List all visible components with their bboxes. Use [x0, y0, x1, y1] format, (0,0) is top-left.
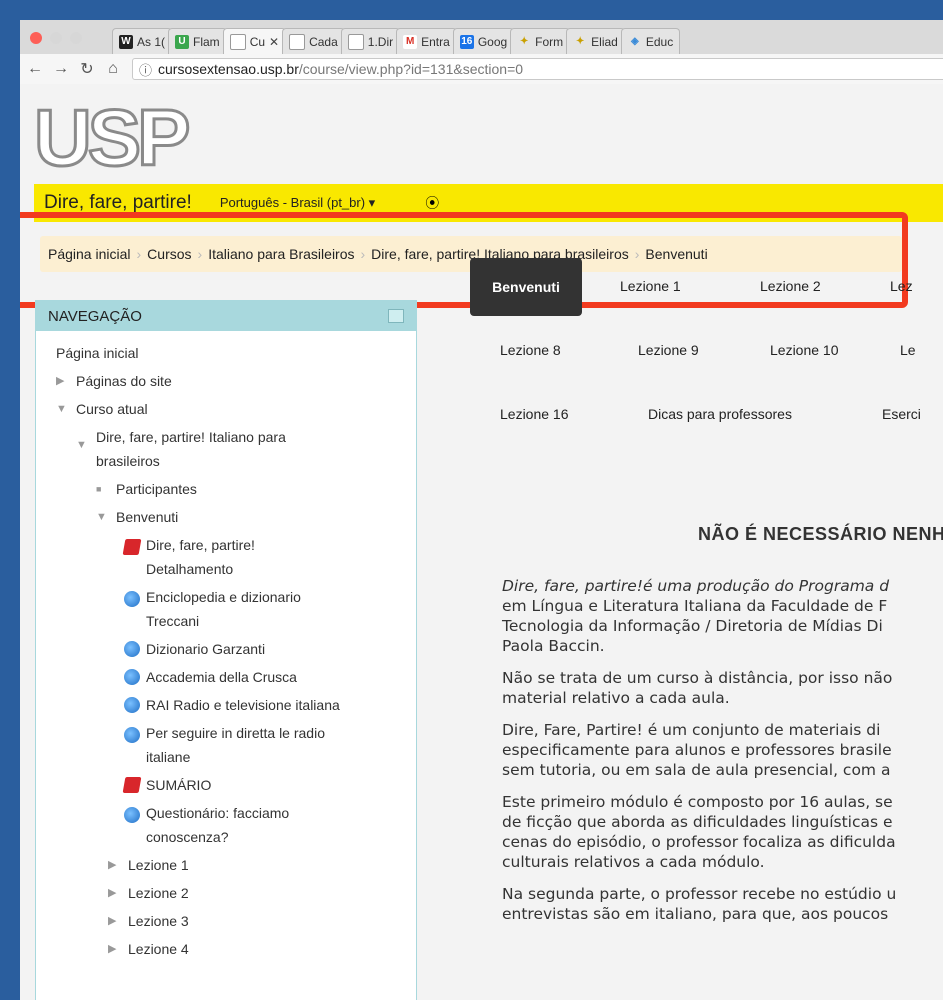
browser-tab[interactable]: ✦ Eliad: [566, 28, 625, 54]
paragraph: Dire, Fare, Partire! é um conjunto de ma…: [502, 721, 892, 779]
paragraph: Este primeiro módulo é composto por 16 a…: [502, 793, 896, 871]
tab-lezione-9[interactable]: Lezione 9: [638, 342, 699, 358]
browser-tab-active[interactable]: Cu ✕: [222, 28, 287, 54]
collapse-block-icon[interactable]: [388, 309, 404, 323]
nav-item-lesson[interactable]: ▶ Lezione 2: [56, 879, 416, 907]
expand-arrow-icon: ▶: [108, 915, 117, 927]
browser-tab[interactable]: M Entra: [396, 28, 457, 54]
nav-item-home[interactable]: Página inicial: [56, 339, 416, 367]
globe-icon: [124, 641, 140, 657]
expand-arrow-icon: ▶: [108, 859, 117, 871]
nav-resource-item[interactable]: Enciclopedia e dizionario Treccani: [56, 583, 416, 635]
document-icon: [347, 33, 364, 50]
close-window-button[interactable]: [30, 32, 42, 44]
collapse-arrow-icon: ▼: [56, 403, 67, 415]
url-path: /course/view.php?id=131&section=0: [298, 61, 524, 77]
paragraph: Não se trata de um curso à distância, po…: [502, 669, 893, 707]
nav-resource-item[interactable]: Per seguire in diretta le radio italiane: [56, 719, 416, 771]
minimize-window-button[interactable]: [50, 32, 62, 44]
bullet-icon: ■: [96, 484, 102, 494]
nav-resource-item[interactable]: RAI Radio e televisione italiana: [56, 691, 416, 719]
tab-lezione[interactable]: Lez: [890, 278, 913, 294]
star-icon: ✦: [519, 35, 529, 47]
navigation-block: NAVEGAÇÃO Página inicial ▶ Páginas do sit…: [35, 300, 417, 1000]
globe-icon: [124, 669, 140, 685]
browser-tabs: W As 1( U Flam Cu ✕ Cada 1.Dir M Entra 16 Goo…: [112, 28, 681, 54]
nav-resource-item[interactable]: Questionário: facciamo conoscenza?: [56, 799, 416, 851]
usp-logo[interactable]: USP: [33, 92, 192, 183]
navigation-title: NAVEGAÇÃO: [48, 307, 142, 325]
language-select[interactable]: Português - Brasil (pt_br) ▾: [220, 195, 375, 211]
browser-toolbar: ← → ↻ ⌂ ⓘ cursosextensao.usp.br/course/v…: [20, 54, 943, 85]
nav-item-participants[interactable]: ■ Participantes: [56, 475, 416, 503]
url-host: cursosextensao.usp.br: [158, 61, 299, 77]
nav-resource-item[interactable]: Dizionario Garzanti: [56, 635, 416, 663]
forward-arrow-icon[interactable]: →: [50, 60, 72, 78]
site-name-link[interactable]: Dire, fare, partire!: [44, 192, 192, 214]
pdf-icon: [122, 539, 142, 555]
section-content: Dire, fare, partire!é uma produção do Pr…: [502, 576, 943, 936]
browser-tab[interactable]: 16 Goog: [452, 28, 515, 54]
info-icon: ⓘ: [139, 62, 153, 78]
document-icon: [289, 33, 306, 50]
tab-esercizi[interactable]: Eserci: [882, 406, 921, 422]
back-arrow-icon[interactable]: ←: [24, 60, 46, 78]
browser-tab[interactable]: Cada: [282, 28, 345, 54]
browser-tab[interactable]: U Flam: [168, 28, 227, 54]
tab-strip: W As 1( U Flam Cu ✕ Cada 1.Dir M Entra 16 Goo…: [20, 20, 943, 54]
tab-lezione-1[interactable]: Lezione 1: [620, 278, 681, 294]
nav-item-current-course[interactable]: ▼ Curso atual: [56, 395, 416, 423]
tab-lezione-10[interactable]: Lezione 10: [770, 342, 839, 358]
nav-item-lesson[interactable]: ▶ Lezione 1: [56, 851, 416, 879]
cube-icon: ◈: [631, 35, 639, 47]
navigation-header: NAVEGAÇÃO: [36, 301, 416, 331]
globe-icon: [124, 727, 140, 743]
u-icon: U: [175, 34, 190, 49]
paragraph: Na segunda parte, o professor recebe no …: [502, 885, 897, 923]
browser-tab[interactable]: ◈ Educ: [620, 28, 681, 54]
gmail-icon: M: [403, 34, 418, 49]
collapse-arrow-icon: ▼: [76, 439, 87, 451]
nav-item-benvenuti[interactable]: ▼ Benvenuti: [56, 503, 416, 531]
browser-tab[interactable]: 1.Dir: [340, 28, 401, 54]
expand-arrow-icon: ▶: [108, 887, 117, 899]
home-icon[interactable]: ⌂: [102, 60, 124, 78]
nav-item-lesson[interactable]: ▶ Lezione 4: [56, 935, 416, 963]
tab-lezione-16[interactable]: Lezione 16: [500, 406, 569, 422]
expand-arrow-icon: ▶: [108, 943, 117, 955]
pdf-icon: [122, 777, 142, 793]
reload-icon[interactable]: ↻: [76, 59, 98, 79]
browser-tab[interactable]: W As 1(: [112, 28, 173, 54]
tab-lezione[interactable]: Le: [900, 342, 916, 358]
navigation-tree: Página inicial ▶ Páginas do site ▼ Curso a…: [36, 331, 416, 963]
nav-item-site-pages[interactable]: ▶ Páginas do site: [56, 367, 416, 395]
close-tab-icon[interactable]: ✕: [269, 35, 279, 49]
star-icon: ✦: [575, 35, 585, 47]
nav-resource-item[interactable]: SUMÁRIO: [56, 771, 416, 799]
browser-window: W As 1( U Flam Cu ✕ Cada 1.Dir M Entra 16 Goo…: [20, 20, 943, 1000]
nav-resource-item[interactable]: Dire, fare, partire! Detalhamento: [56, 531, 416, 583]
login-icon[interactable]: ⦿: [425, 193, 439, 213]
browser-tab[interactable]: ✦ Form: [510, 28, 571, 54]
expand-arrow-icon: ▶: [56, 375, 65, 387]
calendar-icon: 16: [459, 34, 474, 49]
globe-icon: [124, 591, 140, 607]
nav-resource-item[interactable]: Accademia della Crusca: [56, 663, 416, 691]
paragraph: Dire, fare, partire!é uma produção do Pr…: [502, 577, 890, 655]
nav-item-course[interactable]: ▼ Dire, fare, partire! Italiano para brasi…: [56, 423, 416, 475]
wikipedia-icon: W: [119, 34, 133, 49]
nav-item-lesson[interactable]: ▶ Lezione 3: [56, 907, 416, 935]
collapse-arrow-icon: ▼: [96, 511, 107, 523]
document-icon: [229, 33, 246, 50]
section-heading: NÃO É NECESSÁRIO NENH: [698, 524, 943, 544]
address-bar[interactable]: ⓘ cursosextensao.usp.br/course/view.php?…: [132, 58, 943, 80]
window-controls: [30, 32, 82, 44]
globe-icon: [124, 807, 140, 823]
globe-icon: [124, 697, 140, 713]
tab-lezione-2[interactable]: Lezione 2: [760, 278, 821, 294]
tab-benvenuti[interactable]: Benvenuti: [470, 258, 582, 316]
tab-lezione-8[interactable]: Lezione 8: [500, 342, 561, 358]
maximize-window-button[interactable]: [70, 32, 82, 44]
tab-dicas-para-professores[interactable]: Dicas para professores: [648, 406, 792, 422]
